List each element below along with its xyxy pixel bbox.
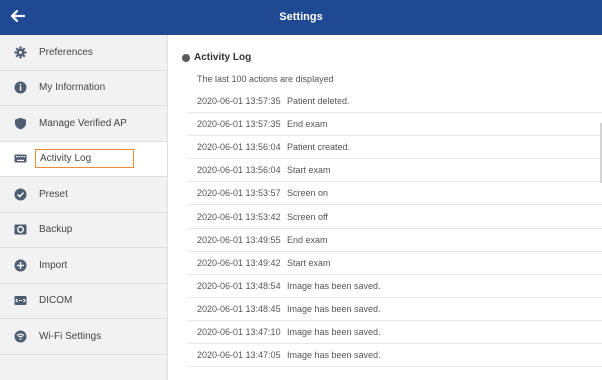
log-row: 2020-06-01 13:47:05 Image has been saved. [187, 344, 602, 368]
backup-icon [14, 223, 27, 236]
log-row: 2020-06-01 13:56:04 Start exam [187, 159, 602, 183]
sidebar-item-import[interactable]: Import [0, 248, 167, 284]
check-circle-icon [14, 188, 27, 201]
activity-log-panel: Activity Log The last 100 actions are di… [169, 35, 602, 380]
wifi-icon [14, 330, 27, 343]
activity-log-list[interactable]: 2020-06-01 13:57:35 Patient deleted. 2020… [187, 90, 602, 368]
log-message: Image has been saved. [287, 303, 381, 314]
sidebar-item-manage-verified-ap[interactable]: Manage Verified AP [0, 106, 167, 142]
sidebar-item-label: My Information [39, 82, 106, 94]
info-icon [14, 81, 27, 94]
sidebar-item-label: Manage Verified AP [39, 117, 127, 129]
settings-sidebar: Preferences My Information Manage Verifi… [0, 35, 168, 380]
arrow-left-icon [10, 9, 26, 27]
page-title: Settings [279, 11, 323, 23]
header-bar: Settings [0, 0, 602, 35]
section-title: Activity Log [194, 52, 252, 63]
sidebar-item-activity-log[interactable]: Activity Log [0, 141, 167, 177]
log-timestamp: 2020-06-01 13:49:55 [197, 234, 281, 245]
log-description: The last 100 actions are displayed [197, 74, 334, 84]
log-row: 2020-06-01 13:56:04 Patient created. [187, 136, 602, 160]
shield-icon [14, 117, 27, 130]
log-message: End exam [287, 234, 328, 245]
gear-icon [14, 46, 27, 59]
sidebar-item-label: Backup [39, 224, 73, 236]
log-row: 2020-06-01 13:57:35 End exam [187, 113, 602, 137]
log-message: Start exam [287, 165, 331, 176]
sidebar-item-label: Preset [39, 188, 68, 200]
log-timestamp: 2020-06-01 13:56:04 [197, 142, 281, 153]
log-row: 2020-06-01 13:48:54 Image has been saved. [187, 275, 602, 298]
import-icon [14, 259, 27, 272]
sidebar-item-dicom[interactable]: DICOM [0, 284, 167, 319]
log-timestamp: 2020-06-01 13:49:42 [197, 257, 281, 268]
log-timestamp: 2020-06-01 13:57:35 [197, 119, 281, 130]
sidebar-item-label: Wi-Fi Settings [39, 330, 102, 342]
log-row: 2020-06-01 13:53:42 Screen off [187, 205, 602, 229]
dicom-icon [14, 294, 27, 307]
log-message: Start exam [287, 257, 331, 268]
log-timestamp: 2020-06-01 13:48:54 [197, 280, 281, 291]
log-row: 2020-06-01 13:48:45 Image has been saved. [187, 298, 602, 321]
log-message: Patient deleted. [287, 96, 350, 107]
sidebar-item-backup[interactable]: Backup [0, 213, 167, 248]
log-message: Image has been saved. [287, 326, 381, 337]
sidebar-item-wifi-settings[interactable]: Wi-Fi Settings [0, 319, 167, 355]
log-timestamp: 2020-06-01 13:47:05 [197, 350, 281, 361]
log-row: 2020-06-01 13:49:42 Start exam [187, 252, 602, 275]
sidebar-item-label: Import [39, 259, 68, 271]
sidebar-item-preferences[interactable]: Preferences [0, 35, 167, 71]
log-timestamp: 2020-06-01 13:47:10 [197, 326, 281, 337]
log-timestamp: 2020-06-01 13:57:35 [197, 96, 281, 107]
sidebar-item-label: DICOM [39, 295, 73, 307]
section-header: Activity Log [182, 52, 251, 63]
sidebar-item-my-information[interactable]: My Information [0, 71, 167, 106]
back-button[interactable] [6, 6, 30, 30]
log-message: Image has been saved. [287, 350, 381, 361]
log-message: End exam [287, 119, 328, 130]
bullet-icon [182, 53, 190, 62]
log-timestamp: 2020-06-01 13:53:57 [197, 188, 281, 199]
log-timestamp: 2020-06-01 13:48:45 [197, 303, 281, 314]
sidebar-item-label: Activity Log [35, 149, 135, 169]
sidebar-item-preset[interactable]: Preset [0, 177, 167, 213]
log-row: 2020-06-01 13:47:10 Image has been saved. [187, 321, 602, 345]
log-message: Screen on [287, 188, 329, 199]
log-timestamp: 2020-06-01 13:56:04 [197, 165, 281, 176]
log-row: 2020-06-01 13:53:57 Screen on [187, 182, 602, 206]
log-row: 2020-06-01 13:49:55 End exam [187, 229, 602, 252]
log-timestamp: 2020-06-01 13:53:42 [197, 211, 281, 222]
log-row: 2020-06-01 13:57:35 Patient deleted. [187, 90, 602, 114]
log-message: Image has been saved. [287, 280, 381, 291]
keyboard-icon [14, 152, 27, 165]
sidebar-item-label: Preferences [39, 46, 93, 58]
log-message: Screen off [287, 211, 328, 222]
log-message: Patient created. [287, 142, 351, 153]
